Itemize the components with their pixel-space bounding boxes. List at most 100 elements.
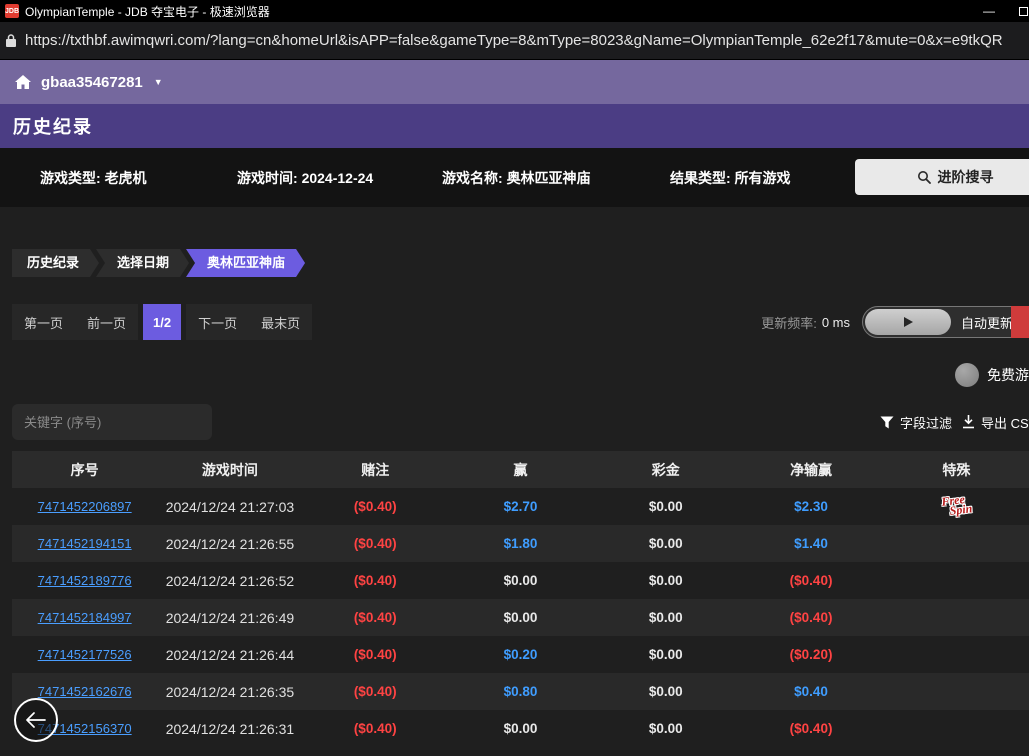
home-icon[interactable] xyxy=(14,74,32,90)
jackpot-cell: $0.00 xyxy=(593,647,738,662)
win-cell: $0.80 xyxy=(448,684,593,699)
field-filter-button[interactable]: 字段过滤 xyxy=(880,404,952,440)
advanced-search-label: 进阶搜寻 xyxy=(938,167,994,187)
history-table-body: 7471452206897 2024/12/24 21:27:03 ($0.40… xyxy=(12,488,1029,747)
table-row: 7471452189776 2024/12/24 21:26:52 ($0.40… xyxy=(12,562,1029,599)
breadcrumb-select-date[interactable]: 选择日期 xyxy=(96,249,189,277)
round-id-link[interactable]: 7471452177526 xyxy=(38,647,132,662)
jackpot-cell: $0.00 xyxy=(593,684,738,699)
free-spin-badge: FreeSpin xyxy=(940,494,972,518)
jdb-favicon-icon: JDB xyxy=(5,4,19,18)
serial-cell: 7471452194151 xyxy=(12,536,157,551)
breadcrumb: 历史纪录 选择日期 奥林匹亚神庙 xyxy=(12,249,1029,277)
header-win: 赢 xyxy=(448,460,593,480)
back-arrow-icon xyxy=(26,712,46,728)
auto-update-toggle[interactable]: 自动更新 xyxy=(862,306,1029,338)
net-cell: $1.40 xyxy=(738,536,883,551)
table-row: 7471452184997 2024/12/24 21:26:49 ($0.40… xyxy=(12,599,1029,636)
game-time-cell: 2024/12/24 21:26:31 xyxy=(157,721,302,737)
serial-cell: 7471452177526 xyxy=(12,647,157,662)
minimize-icon: — xyxy=(983,4,995,18)
filter-label: 游戏名称: xyxy=(442,170,503,186)
bet-cell: ($0.40) xyxy=(303,610,448,625)
refresh-controls: 更新频率: 0 ms 自动更新 xyxy=(761,306,1029,338)
filter-value: 老虎机 xyxy=(105,170,147,186)
maximize-button[interactable] xyxy=(1006,0,1029,22)
auto-update-label: 自动更新 xyxy=(961,313,1013,332)
page-title-bar: 历史纪录 xyxy=(0,104,1029,148)
page-title: 历史纪录 xyxy=(13,113,93,139)
header-net: 净输赢 xyxy=(738,460,883,480)
breadcrumb-game-name[interactable]: 奥林匹亚神庙 xyxy=(186,249,305,277)
game-time-cell: 2024/12/24 21:26:52 xyxy=(157,573,302,589)
export-csv-button[interactable]: 导出 CSV xyxy=(962,404,1029,440)
net-cell: $0.40 xyxy=(738,684,883,699)
current-page-indicator[interactable]: 1/2 xyxy=(143,304,181,340)
search-icon xyxy=(917,170,931,184)
refresh-rate-value: 0 ms xyxy=(822,315,850,330)
header-bet: 赌注 xyxy=(303,460,448,480)
round-id-link[interactable]: 7471452184997 xyxy=(38,610,132,625)
minimize-button[interactable]: — xyxy=(972,0,1006,22)
search-row: 字段过滤 导出 CSV xyxy=(12,404,1029,440)
win-cell: $0.00 xyxy=(448,721,593,736)
filter-label: 游戏类型: xyxy=(40,170,101,186)
game-time-cell: 2024/12/24 21:26:49 xyxy=(157,610,302,626)
advanced-search-button[interactable]: 进阶搜寻 xyxy=(855,159,1029,195)
url-text[interactable]: https://txthbf.awimqwri.com/?lang=cn&hom… xyxy=(25,32,1003,49)
serial-cell: 7471452184997 xyxy=(12,610,157,625)
round-id-link[interactable]: 7471452162676 xyxy=(38,684,132,699)
table-row: 7471452177526 2024/12/24 21:26:44 ($0.40… xyxy=(12,636,1029,673)
game-time-cell: 2024/12/24 21:26:44 xyxy=(157,647,302,663)
window-controls: — xyxy=(972,0,1029,22)
game-time-cell: 2024/12/24 21:26:55 xyxy=(157,536,302,552)
maximize-icon xyxy=(1019,7,1028,16)
free-game-toggle[interactable] xyxy=(955,363,979,387)
filter-game-time: 游戏时间: 2024-12-24 xyxy=(237,168,373,188)
filter-game-type: 游戏类型: 老虎机 xyxy=(40,168,147,188)
jackpot-cell: $0.00 xyxy=(593,573,738,588)
header-jackpot: 彩金 xyxy=(593,460,738,480)
win-cell: $2.70 xyxy=(448,499,593,514)
filter-label: 游戏时间: xyxy=(237,170,298,186)
funnel-icon xyxy=(880,416,894,429)
play-icon xyxy=(904,317,913,327)
game-time-cell: 2024/12/24 21:27:03 xyxy=(157,499,302,515)
free-game-row: 免费游 xyxy=(0,363,1029,387)
toggle-knob[interactable] xyxy=(865,309,951,335)
lock-icon xyxy=(5,33,17,48)
filter-value: 2024-12-24 xyxy=(302,170,374,186)
back-button[interactable] xyxy=(14,698,58,742)
win-cell: $0.00 xyxy=(448,610,593,625)
next-page-button[interactable]: 下一页 xyxy=(186,304,249,340)
refresh-rate-label: 更新频率: xyxy=(761,313,817,332)
field-filter-label: 字段过滤 xyxy=(900,413,952,432)
game-time-cell: 2024/12/24 21:26:35 xyxy=(157,684,302,700)
last-page-button[interactable]: 最末页 xyxy=(249,304,312,340)
first-page-button[interactable]: 第一页 xyxy=(12,304,75,340)
filter-result-type: 结果类型: 所有游戏 xyxy=(670,168,791,188)
round-id-link[interactable]: 7471452189776 xyxy=(38,573,132,588)
search-input[interactable] xyxy=(12,404,212,440)
win-cell: $0.20 xyxy=(448,647,593,662)
filter-value: 奥林匹亚神庙 xyxy=(507,170,591,186)
address-bar[interactable]: https://txthbf.awimqwri.com/?lang=cn&hom… xyxy=(0,22,1029,60)
username-dropdown[interactable]: gbaa35467281 xyxy=(41,74,143,91)
filter-game-name: 游戏名称: 奥林匹亚神庙 xyxy=(442,168,591,188)
net-cell: $2.30 xyxy=(738,499,883,514)
bet-cell: ($0.40) xyxy=(303,721,448,736)
bet-cell: ($0.40) xyxy=(303,684,448,699)
free-game-label: 免费游 xyxy=(987,365,1029,385)
chevron-down-icon[interactable]: ▼ xyxy=(154,77,163,87)
round-id-link[interactable]: 7471452194151 xyxy=(38,536,132,551)
window-title: OlympianTemple - JDB 夺宝电子 - 极速浏览器 xyxy=(25,3,270,20)
user-bar: gbaa35467281 ▼ xyxy=(0,60,1029,104)
toggle-red-segment xyxy=(1011,306,1029,338)
round-id-link[interactable]: 7471452206897 xyxy=(38,499,132,514)
jackpot-cell: $0.00 xyxy=(593,536,738,551)
breadcrumb-history[interactable]: 历史纪录 xyxy=(12,249,99,277)
prev-page-button[interactable]: 前一页 xyxy=(75,304,138,340)
net-cell: ($0.40) xyxy=(738,610,883,625)
serial-cell: 7471452206897 xyxy=(12,499,157,514)
jackpot-cell: $0.00 xyxy=(593,499,738,514)
